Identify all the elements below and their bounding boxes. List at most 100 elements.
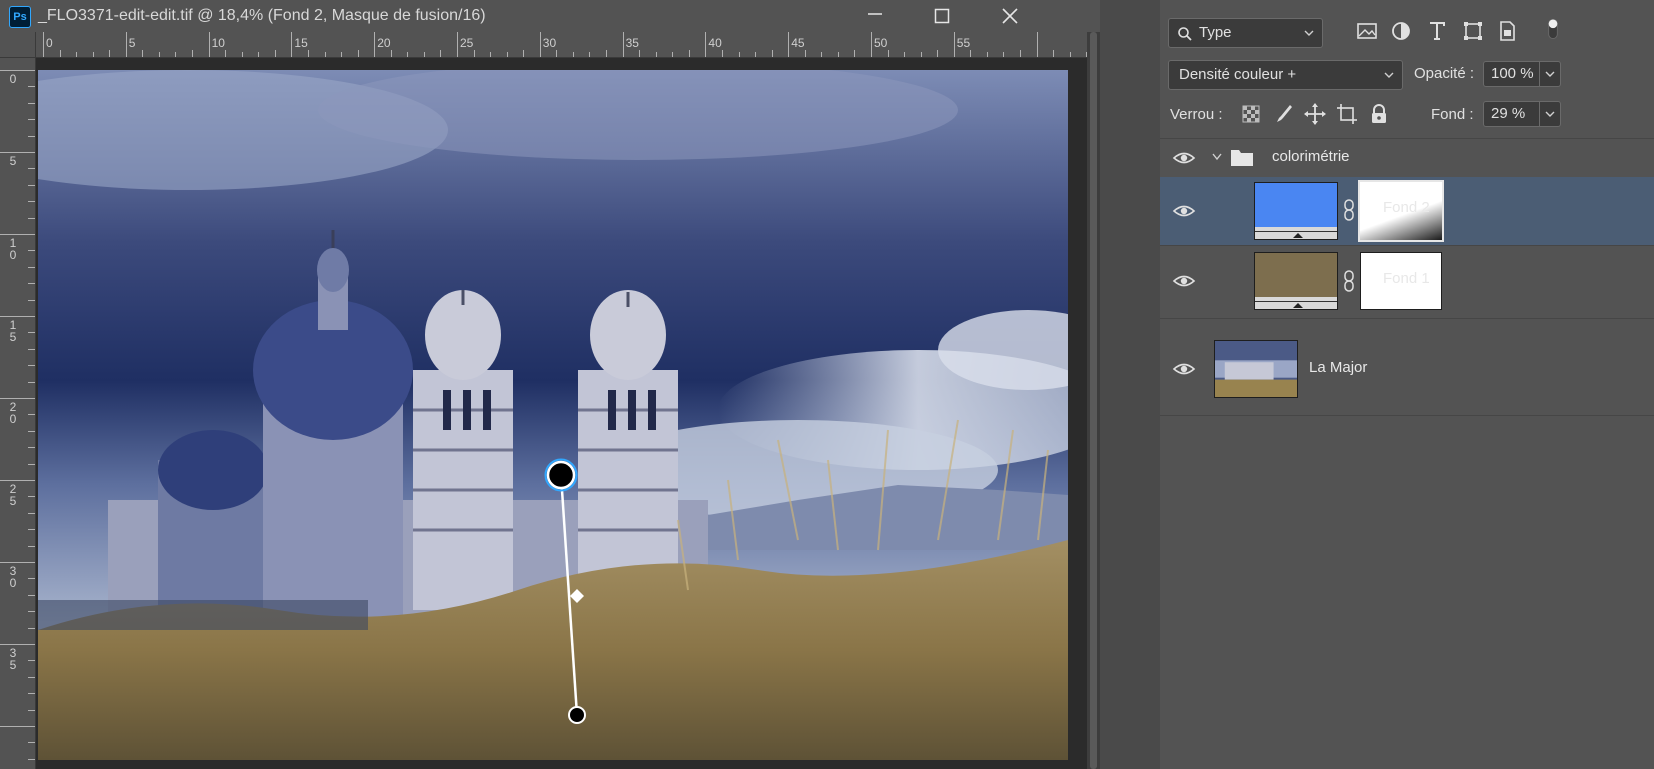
type-filter-icon[interactable] bbox=[1424, 18, 1450, 44]
layer-name: Fond 1 bbox=[1383, 270, 1430, 287]
layer-row-la-major[interactable]: La Major bbox=[1160, 319, 1654, 415]
layer-name: colorimétrie bbox=[1272, 148, 1350, 165]
filter-toggle-icon[interactable] bbox=[1540, 16, 1566, 42]
ruler-tick bbox=[274, 50, 276, 57]
ruler-tick bbox=[258, 52, 260, 57]
ruler-tick bbox=[871, 32, 872, 57]
search-icon bbox=[1178, 27, 1192, 41]
ruler-tick bbox=[28, 414, 35, 416]
ruler-label: 0 bbox=[9, 72, 17, 86]
ruler-tick bbox=[390, 50, 392, 57]
ruler-tick bbox=[0, 70, 35, 71]
opacity-label: Opacité : bbox=[1414, 65, 1475, 82]
fill-slider-button[interactable] bbox=[1539, 101, 1561, 127]
image-filter-icon[interactable] bbox=[1354, 18, 1380, 44]
ruler-tick bbox=[0, 152, 35, 153]
fill-label: Fond : bbox=[1431, 106, 1474, 123]
ruler-tick bbox=[225, 50, 227, 57]
ruler-tick bbox=[192, 50, 194, 57]
eye-icon[interactable] bbox=[1172, 361, 1196, 377]
eye-icon[interactable] bbox=[1172, 150, 1196, 166]
opacity-value: 100 % bbox=[1491, 65, 1534, 82]
lock-transparent-icon[interactable] bbox=[1238, 101, 1264, 127]
adjustment-filter-icon[interactable] bbox=[1388, 18, 1414, 44]
eye-icon[interactable] bbox=[1172, 203, 1196, 219]
ruler-tick bbox=[28, 201, 35, 203]
ruler-tick bbox=[440, 50, 442, 57]
ruler-tick bbox=[374, 32, 376, 57]
ruler-tick bbox=[539, 32, 541, 57]
maximize-button[interactable] bbox=[912, 0, 972, 32]
scrollbar-thumb[interactable] bbox=[1090, 32, 1097, 769]
ruler-label: 30 bbox=[9, 564, 17, 590]
ruler-tick bbox=[1020, 50, 1022, 57]
link-icon[interactable] bbox=[1343, 270, 1355, 292]
smartobject-filter-icon[interactable] bbox=[1494, 18, 1520, 44]
ruler-tick bbox=[291, 32, 293, 57]
ruler-tick bbox=[572, 52, 574, 57]
ruler-tick bbox=[0, 480, 35, 481]
horizontal-ruler[interactable]: 0 5 10 15 20 25 30 35 40 45 50 55 bbox=[36, 32, 1087, 58]
image-layer-thumbnail[interactable] bbox=[1214, 340, 1298, 398]
fill-layer-thumbnail[interactable] bbox=[1254, 252, 1338, 310]
ruler-tick bbox=[0, 234, 35, 235]
ruler-tick bbox=[788, 32, 790, 57]
document-titlebar[interactable]: Ps _FLO3371-edit-edit.tif @ 18,4% (Fond … bbox=[0, 0, 1100, 32]
ruler-tick bbox=[28, 529, 35, 531]
ruler-tick bbox=[28, 135, 35, 137]
ruler-tick bbox=[28, 102, 35, 104]
ruler-label: 25 bbox=[9, 482, 17, 508]
gradient-midpoint-handle[interactable] bbox=[570, 589, 584, 603]
ruler-tick bbox=[0, 644, 35, 645]
blend-mode-value: Densité couleur + bbox=[1179, 66, 1297, 83]
ruler-tick bbox=[28, 627, 35, 629]
fill-layer-thumbnail[interactable] bbox=[1254, 182, 1338, 240]
ruler-tick bbox=[28, 496, 35, 498]
lock-image-icon[interactable] bbox=[1270, 101, 1296, 127]
ruler-label: 15 bbox=[294, 36, 308, 50]
lock-position-icon[interactable] bbox=[1302, 101, 1328, 127]
ruler-tick bbox=[705, 32, 707, 57]
ruler-label: 35 bbox=[625, 36, 639, 50]
ruler-tick bbox=[407, 52, 409, 57]
vertical-ruler[interactable]: 0 5 10 15 20 25 30 35 bbox=[0, 58, 36, 769]
ruler-tick bbox=[28, 283, 35, 285]
eye-icon[interactable] bbox=[1172, 273, 1196, 289]
shape-filter-icon[interactable] bbox=[1460, 18, 1486, 44]
lock-artboard-icon[interactable] bbox=[1334, 101, 1360, 127]
vertical-scrollbar[interactable] bbox=[1087, 32, 1100, 769]
close-button[interactable] bbox=[980, 0, 1040, 32]
gradient-tool-overlay[interactable] bbox=[540, 455, 600, 765]
ruler-tick bbox=[175, 52, 177, 57]
blend-mode-dropdown[interactable]: Densité couleur + bbox=[1168, 60, 1403, 90]
ruler-tick bbox=[28, 447, 35, 449]
document-title: _FLO3371-edit-edit.tif @ 18,4% (Fond 2, … bbox=[38, 7, 486, 24]
chevron-down-icon bbox=[1304, 30, 1314, 36]
layer-row-fond-1[interactable]: Fond 1 bbox=[1160, 246, 1654, 316]
ruler-tick bbox=[28, 611, 35, 613]
ruler-tick bbox=[28, 742, 35, 744]
ruler-tick bbox=[804, 50, 806, 57]
layer-filter-dropdown[interactable]: Type bbox=[1168, 18, 1323, 48]
ruler-label: 20 bbox=[9, 400, 17, 426]
ruler-tick bbox=[307, 50, 309, 57]
chevron-down-icon[interactable] bbox=[1212, 153, 1222, 161]
opacity-input[interactable]: 100 % bbox=[1483, 61, 1540, 87]
ruler-label: 10 bbox=[211, 36, 225, 50]
fill-input[interactable]: 29 % bbox=[1483, 101, 1540, 127]
opacity-slider-button[interactable] bbox=[1539, 61, 1561, 87]
layer-row-colorimetrie[interactable]: colorimétrie bbox=[1160, 139, 1654, 176]
fill-thumbnail-line bbox=[1255, 231, 1337, 232]
link-icon[interactable] bbox=[1343, 199, 1355, 221]
ruler-tick bbox=[28, 578, 35, 580]
folder-icon bbox=[1231, 150, 1253, 166]
ruler-tick bbox=[142, 50, 144, 57]
layer-row-fond-2[interactable]: Fond 2 bbox=[1160, 177, 1654, 245]
ruler-origin[interactable] bbox=[0, 32, 36, 58]
ruler-tick bbox=[28, 217, 35, 219]
gradient-end-handle[interactable] bbox=[568, 706, 586, 724]
minimize-button[interactable] bbox=[845, 0, 905, 32]
gradient-start-handle[interactable] bbox=[546, 460, 576, 490]
ruler-tick bbox=[208, 32, 210, 57]
lock-all-icon[interactable] bbox=[1366, 101, 1392, 127]
